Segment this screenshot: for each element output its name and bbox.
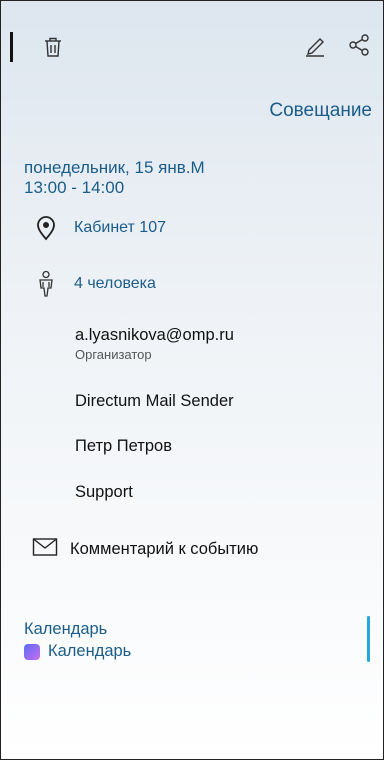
location-text: Кабинет 107 xyxy=(74,219,166,236)
pencil-icon[interactable] xyxy=(302,32,328,58)
location-row[interactable]: Кабинет 107 xyxy=(32,214,166,242)
attendee-role: Организатор xyxy=(75,347,152,362)
event-date: понедельник, 15 янв.М xyxy=(24,158,205,177)
calendar-app-icon xyxy=(24,643,40,660)
attendee-item[interactable]: a.lyasnikova@omp.ru xyxy=(75,326,234,345)
envelope-icon xyxy=(32,537,58,562)
attendee-item[interactable]: Support xyxy=(75,483,133,502)
calendar-name: Календарь xyxy=(48,642,132,660)
comment-row[interactable]: Комментарий к событию xyxy=(32,537,258,562)
trash-icon[interactable] xyxy=(40,34,66,60)
location-pin-icon xyxy=(32,214,60,242)
attendee-item[interactable]: Петр Петров xyxy=(75,437,172,456)
calendar-selector[interactable]: Календарь xyxy=(24,642,131,661)
share-icon[interactable] xyxy=(346,32,372,58)
toolbar xyxy=(0,0,384,90)
person-icon xyxy=(32,270,60,298)
scrollbar[interactable] xyxy=(367,616,370,662)
edge-indicator xyxy=(10,32,13,62)
participants-count: 4 человека xyxy=(74,275,156,292)
event-time: 13:00 - 14:00 xyxy=(24,178,125,197)
participants-row[interactable]: 4 человека xyxy=(32,270,156,298)
comment-label: Комментарий к событию xyxy=(70,540,259,558)
calendar-label: Календарь xyxy=(24,620,108,638)
event-datetime: понедельник, 15 янв.М 13:00 - 14:00 xyxy=(24,158,205,198)
attendee-item[interactable]: Directum Mail Sender xyxy=(75,392,234,411)
event-title: Совещание xyxy=(269,100,372,121)
